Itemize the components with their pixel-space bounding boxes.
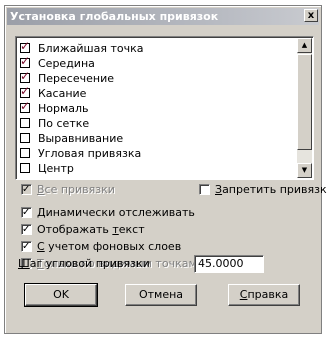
checkmark-icon: ✓: [20, 69, 31, 83]
angle-step-label: Шаг угловой привязки: [18, 257, 150, 270]
background-layers-box[interactable]: ✓: [21, 241, 32, 252]
list-item-checkbox[interactable]: ✓: [20, 99, 31, 113]
checkmark-icon: ✓: [20, 99, 31, 113]
list-item-label: Нормаль: [38, 102, 89, 115]
ok-button[interactable]: OK: [24, 283, 98, 307]
arrow-down-icon: ▼: [301, 166, 308, 174]
list-item-label: Касание: [38, 87, 87, 100]
title-bar: Установка глобальных привязок x: [7, 8, 319, 25]
dialog-title: Установка глобальных привязок: [10, 10, 219, 23]
list-item-checkbox[interactable]: [20, 163, 30, 173]
list-item-checkbox[interactable]: [20, 118, 30, 128]
list-item-checkbox[interactable]: [20, 148, 30, 158]
list-item-label: Ближайшая точка: [38, 42, 144, 55]
list-item-checkbox[interactable]: ✓: [20, 69, 31, 83]
arrow-up-icon: ▲: [301, 41, 308, 49]
disable-snaps-box[interactable]: [199, 184, 210, 195]
list-item-label: Центр: [38, 162, 74, 175]
list-item-label: Пересечение: [38, 72, 114, 85]
checkmark-icon: ✓: [22, 224, 31, 235]
scroll-down-button[interactable]: ▼: [297, 163, 312, 178]
checkmark-icon: ✓: [20, 84, 31, 98]
angle-step-input[interactable]: 45.0000: [194, 255, 264, 273]
list-item-label: По сетке: [38, 117, 90, 130]
list-item-label: Угловая привязка: [38, 147, 142, 160]
dynamic-tracking-box[interactable]: ✓: [21, 207, 32, 218]
vertical-scrollbar[interactable]: ▲ ▼: [297, 38, 312, 178]
list-item-checkbox[interactable]: ✓: [20, 54, 31, 68]
list-item-checkbox[interactable]: ✓: [20, 84, 31, 98]
list-item-checkbox[interactable]: [20, 133, 30, 143]
snaps-listbox[interactable]: ▲ ▼ ✓ Ближайшая точка ✓ Середина ✓ Пересечени…: [15, 36, 314, 180]
checkmark-icon: ✓: [22, 241, 31, 252]
all-snaps-box: ✓: [21, 184, 32, 195]
scroll-up-button[interactable]: ▲: [297, 38, 312, 53]
scrollbar-thumb[interactable]: [297, 54, 312, 150]
list-item-label: Выравнивание: [38, 132, 124, 145]
cancel-button[interactable]: Отмена: [125, 284, 197, 306]
list-item-label: Середина: [38, 57, 95, 70]
show-text-box[interactable]: ✓: [21, 224, 32, 235]
checkmark-icon: ✓: [20, 54, 31, 68]
help-button[interactable]: Справка: [228, 284, 300, 306]
close-button[interactable]: x: [304, 9, 318, 22]
list-item-checkbox[interactable]: ✓: [20, 39, 31, 53]
snap-settings-dialog: Установка глобальных привязок x ▲ ▼ ✓ Бли…: [4, 5, 327, 334]
checkmark-icon: ✓: [22, 184, 31, 195]
checkmark-icon: ✓: [20, 39, 31, 53]
checkmark-icon: ✓: [22, 207, 31, 218]
